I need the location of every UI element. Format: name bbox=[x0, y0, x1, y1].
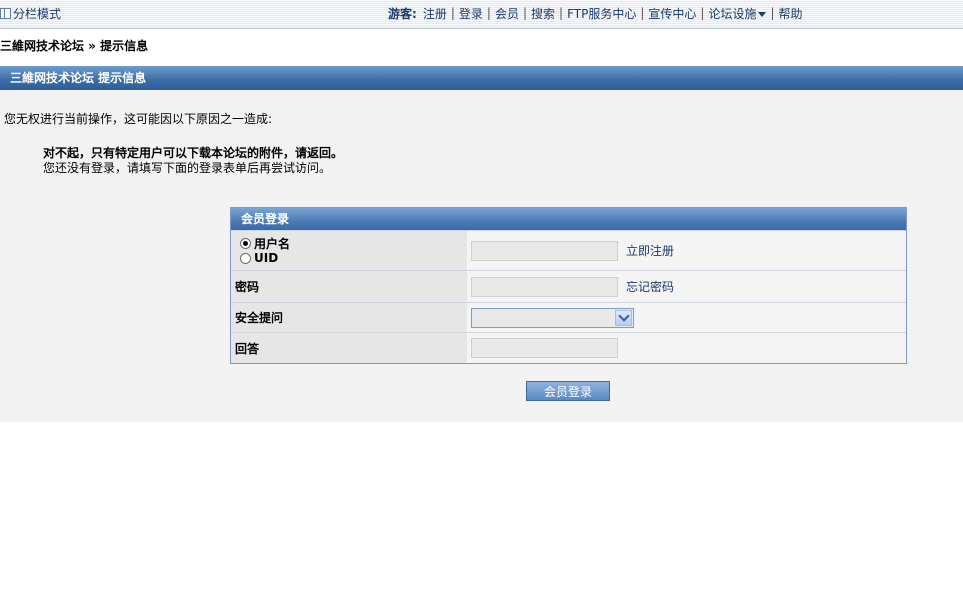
split-mode-label[interactable]: 分栏模式 bbox=[13, 5, 61, 22]
login-row-username: 用户名 UID 立即注册 bbox=[231, 230, 906, 270]
nav-forum-tools-label: 论坛设施 bbox=[708, 6, 757, 21]
forgot-password-link[interactable]: 忘记密码 bbox=[626, 278, 674, 295]
login-hint: 您还没有登录，请填写下面的登录表单后再尝试访问。 bbox=[43, 161, 332, 175]
nav-ftp[interactable]: FTP服务中心 bbox=[567, 5, 636, 22]
nav-separator: | bbox=[700, 6, 705, 20]
nav-promo[interactable]: 宣传中心 bbox=[648, 5, 696, 22]
nav-separator: | bbox=[522, 6, 527, 20]
radio-username-option[interactable]: 用户名 bbox=[240, 236, 290, 251]
select-dropdown-button[interactable] bbox=[615, 309, 632, 326]
split-view-icon bbox=[0, 7, 11, 19]
radio-username[interactable] bbox=[240, 237, 251, 249]
login-type-radios: 用户名 UID bbox=[235, 236, 290, 266]
nav-search[interactable]: 搜索 bbox=[531, 5, 555, 22]
answer-cell bbox=[467, 333, 906, 363]
guest-label: 游客: bbox=[388, 6, 417, 21]
login-form: 会员登录 用户名 UID 立即注册 密码 忘记密码 安全提问 回答 bbox=[230, 207, 907, 364]
radio-uid[interactable] bbox=[240, 252, 251, 264]
username-cell: 立即注册 bbox=[467, 231, 906, 270]
nav-separator: | bbox=[559, 6, 564, 20]
user-nav: 游客: 注册 | 登录 | 会员 | 搜索 | FTP服务中心 | 宣传中心 |… bbox=[388, 5, 803, 21]
nav-separator: | bbox=[486, 6, 491, 20]
chevron-down-icon bbox=[617, 310, 630, 322]
login-row-password: 密码 忘记密码 bbox=[231, 270, 906, 302]
login-form-title: 会员登录 bbox=[231, 208, 906, 230]
breadcrumb: 三維网技术论坛 » 提示信息 bbox=[0, 39, 149, 53]
radio-uid-label: UID bbox=[254, 251, 279, 265]
login-row-answer: 回答 bbox=[231, 332, 906, 363]
split-mode-link[interactable]: 分栏模式 bbox=[0, 5, 61, 21]
username-input[interactable] bbox=[471, 240, 618, 261]
login-row-question: 安全提问 bbox=[231, 302, 906, 332]
notice-panel: 三維网技术论坛 提示信息 您无权进行当前操作，这可能因以下原因之一造成: 对不起… bbox=[0, 66, 963, 422]
panel-header: 三維网技术论坛 提示信息 bbox=[0, 66, 963, 90]
login-type-cell: 用户名 UID bbox=[231, 231, 467, 270]
nav-help[interactable]: 帮助 bbox=[779, 5, 803, 22]
password-input[interactable] bbox=[471, 276, 618, 297]
security-question-select[interactable] bbox=[471, 307, 634, 328]
nav-separator: | bbox=[640, 6, 645, 20]
reason-intro: 您无权进行当前操作，这可能因以下原因之一造成: bbox=[4, 112, 273, 126]
answer-input[interactable] bbox=[471, 338, 618, 358]
login-submit-button[interactable]: 会员登录 bbox=[526, 381, 610, 401]
nav-forum-tools[interactable]: 论坛设施 bbox=[708, 5, 767, 22]
dropdown-caret-icon bbox=[758, 11, 767, 17]
nav-members[interactable]: 会员 bbox=[495, 5, 519, 22]
password-label: 密码 bbox=[231, 271, 467, 302]
nav-separator: | bbox=[450, 6, 455, 20]
nav-login[interactable]: 登录 bbox=[459, 5, 483, 22]
register-link[interactable]: 立即注册 bbox=[626, 242, 674, 259]
security-question-cell bbox=[467, 303, 906, 332]
nav-separator: | bbox=[770, 6, 775, 20]
answer-label: 回答 bbox=[231, 333, 467, 363]
radio-uid-option[interactable]: UID bbox=[240, 251, 290, 266]
security-question-label: 安全提问 bbox=[231, 303, 467, 332]
radio-username-label: 用户名 bbox=[254, 236, 291, 251]
password-cell: 忘记密码 bbox=[467, 271, 906, 302]
top-navbar: 分栏模式 游客: 注册 | 登录 | 会员 | 搜索 | FTP服务中心 | 宣… bbox=[0, 0, 963, 29]
nav-register[interactable]: 注册 bbox=[423, 5, 447, 22]
